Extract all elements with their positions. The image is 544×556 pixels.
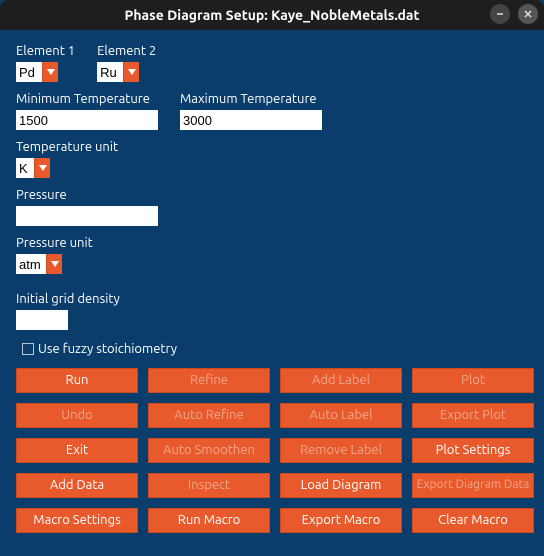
plot-settings-button[interactable]: Plot Settings (412, 438, 534, 463)
clear-macro-button[interactable]: Clear Macro (412, 508, 534, 533)
temp-unit-label: Temperature unit (16, 140, 118, 154)
add-label-button[interactable]: Add Label (280, 368, 402, 393)
button-grid: Run Refine Add Label Plot Undo Auto Refi… (16, 368, 528, 533)
element2-input[interactable] (97, 62, 123, 82)
temp-unit-dropdown[interactable] (34, 158, 50, 178)
temp-unit-input[interactable] (16, 158, 34, 178)
element1-dropdown[interactable] (42, 62, 58, 82)
titlebar: Phase Diagram Setup: Kaye_NobleMetals.da… (0, 0, 544, 30)
exit-button[interactable]: Exit (16, 438, 138, 463)
export-macro-button[interactable]: Export Macro (280, 508, 402, 533)
max-temp-label: Maximum Temperature (180, 92, 322, 106)
chevron-down-icon (39, 165, 47, 171)
auto-label-button[interactable]: Auto Label (280, 403, 402, 428)
refine-button[interactable]: Refine (148, 368, 270, 393)
pressure-unit-input[interactable] (16, 254, 46, 274)
max-temp-input[interactable] (180, 110, 322, 130)
run-button[interactable]: Run (16, 368, 138, 393)
fuzzy-label: Use fuzzy stoichiometry (38, 342, 177, 356)
macro-settings-button[interactable]: Macro Settings (16, 508, 138, 533)
chevron-down-icon (128, 69, 136, 75)
auto-smoothen-button[interactable]: Auto Smoothen (148, 438, 270, 463)
min-temp-input[interactable] (16, 110, 158, 130)
load-diagram-button[interactable]: Load Diagram (280, 473, 402, 498)
pressure-unit-dropdown[interactable] (46, 254, 62, 274)
fuzzy-checkbox[interactable] (22, 343, 34, 355)
chevron-down-icon (47, 69, 55, 75)
window-controls (490, 4, 538, 24)
close-button[interactable] (518, 4, 538, 24)
inspect-button[interactable]: Inspect (148, 473, 270, 498)
pressure-unit-label: Pressure unit (16, 236, 93, 250)
undo-button[interactable]: Undo (16, 403, 138, 428)
add-data-button[interactable]: Add Data (16, 473, 138, 498)
min-temp-label: Minimum Temperature (16, 92, 158, 106)
element1-input[interactable] (16, 62, 42, 82)
pressure-input[interactable] (16, 206, 158, 226)
remove-label-button[interactable]: Remove Label (280, 438, 402, 463)
export-diagram-data-button[interactable]: Export Diagram Data (412, 473, 534, 498)
element1-label: Element 1 (16, 44, 75, 58)
element2-dropdown[interactable] (123, 62, 139, 82)
grid-density-label: Initial grid density (16, 292, 120, 306)
export-plot-button[interactable]: Export Plot (412, 403, 534, 428)
grid-density-input[interactable] (16, 310, 68, 330)
run-macro-button[interactable]: Run Macro (148, 508, 270, 533)
pressure-label: Pressure (16, 188, 67, 202)
window-title: Phase Diagram Setup: Kaye_NobleMetals.da… (124, 7, 419, 23)
element2-label: Element 2 (97, 44, 156, 58)
plot-button[interactable]: Plot (412, 368, 534, 393)
auto-refine-button[interactable]: Auto Refine (148, 403, 270, 428)
minimize-button[interactable] (490, 4, 510, 24)
chevron-down-icon (51, 261, 59, 267)
content-area: Element 1 Element 2 Minimum Temperature (0, 30, 544, 545)
